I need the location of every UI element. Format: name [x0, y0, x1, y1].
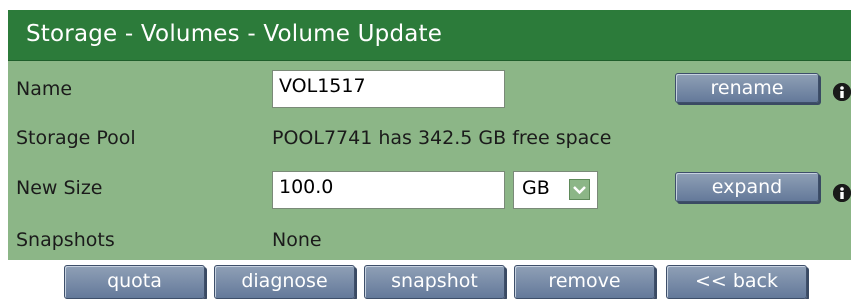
storage-pool-label: Storage Pool	[16, 127, 136, 149]
name-input-value: VOL1517	[279, 75, 366, 97]
quota-button[interactable]: quota	[64, 265, 205, 299]
chevron-down-icon[interactable]	[569, 179, 590, 200]
diagnose-button[interactable]: diagnose	[214, 265, 355, 299]
snapshots-label: Snapshots	[16, 229, 115, 251]
snapshot-button[interactable]: snapshot	[364, 265, 505, 299]
snapshots-value: None	[272, 229, 322, 251]
size-unit-select[interactable]: GB	[513, 171, 598, 209]
new-size-input[interactable]: 100.0	[272, 171, 505, 209]
storage-pool-value: POOL7741 has 342.5 GB free space	[272, 127, 612, 149]
size-unit-value: GB	[522, 177, 550, 199]
title-bar: Storage - Volumes - Volume Update	[8, 10, 851, 61]
info-icon[interactable]	[833, 184, 851, 202]
new-size-label: New Size	[16, 177, 103, 199]
page-title: Storage - Volumes - Volume Update	[26, 21, 443, 47]
new-size-input-value: 100.0	[279, 176, 334, 198]
name-label: Name	[16, 78, 73, 100]
name-input[interactable]: VOL1517	[272, 70, 505, 108]
info-icon[interactable]	[833, 83, 851, 101]
expand-button[interactable]: expand	[675, 172, 819, 202]
remove-button[interactable]: remove	[514, 265, 655, 299]
back-button[interactable]: << back	[666, 265, 807, 299]
rename-button[interactable]: rename	[675, 73, 819, 103]
